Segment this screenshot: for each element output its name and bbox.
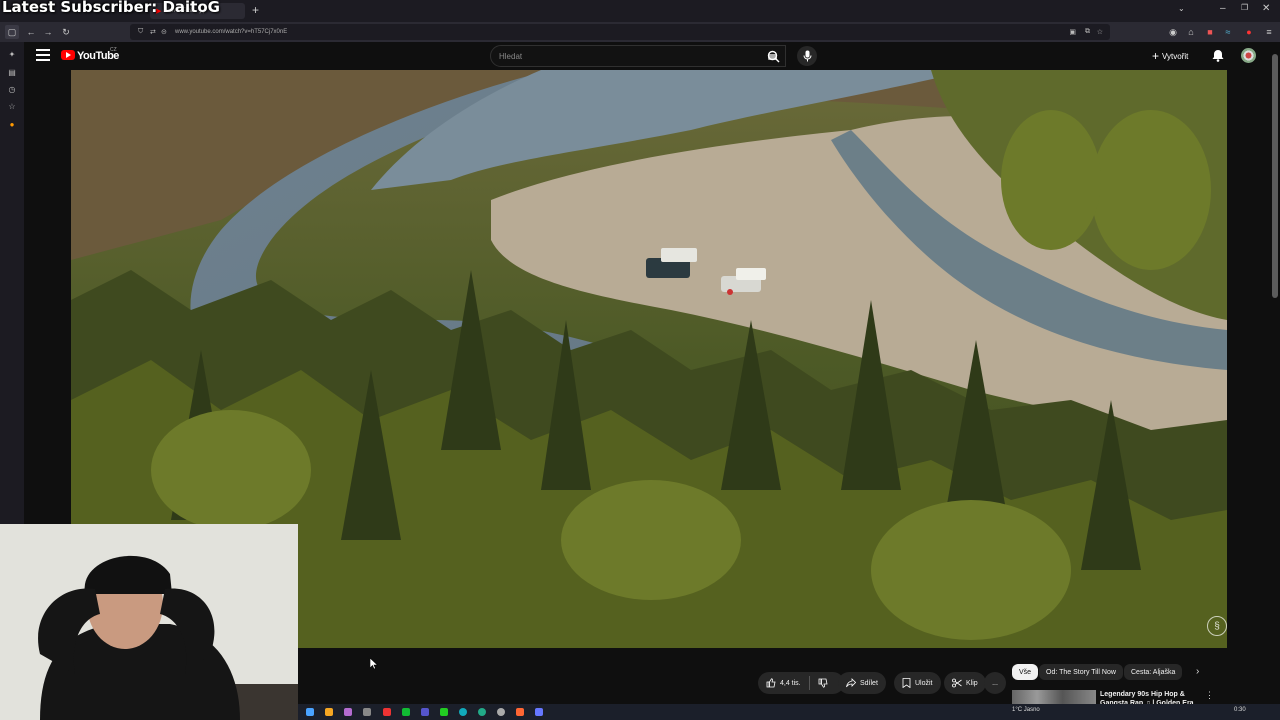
share-label: Sdílet <box>860 679 878 687</box>
like-button[interactable]: 4,4 tis. <box>766 678 801 688</box>
shield-icon[interactable]: ⛉ <box>138 28 143 36</box>
app-menu-icon[interactable]: ≡ <box>1262 25 1276 39</box>
avatar[interactable] <box>1241 48 1256 63</box>
extensions-icon[interactable]: ⌂ <box>1184 25 1198 39</box>
youtube-header: YouTube CZ Hledat + Vytvořit <box>24 42 1270 70</box>
url-text[interactable]: www.youtube.com/watch?v=hT57Cj7x0nE <box>175 29 287 35</box>
extension-blue-icon[interactable]: ≈ <box>1221 25 1235 39</box>
webcam-person-image <box>0 524 298 720</box>
channel-watermark-icon[interactable]: § <box>1207 616 1227 636</box>
country-code: CZ <box>110 47 117 53</box>
tab-list-chevron-down-icon[interactable]: ⌄ <box>1178 4 1185 13</box>
mic-icon <box>803 50 811 62</box>
search-button[interactable] <box>762 45 784 67</box>
clip-button[interactable]: Klip <box>944 672 986 694</box>
sidebar-toggle-icon[interactable]: ▢ <box>5 25 19 39</box>
new-tab-button[interactable]: + <box>252 3 259 17</box>
reader-mode-icon[interactable]: ▣ <box>1069 28 1076 36</box>
bell-icon <box>1212 50 1224 62</box>
voice-search-button[interactable] <box>797 46 817 66</box>
search-placeholder: Hledat <box>499 51 523 61</box>
history-icon[interactable]: ◷ <box>6 83 18 95</box>
notifications-button[interactable] <box>1212 49 1224 67</box>
chip-alaska[interactable]: Cesta: Aljaška <box>1124 664 1183 680</box>
youtube-extension-icon[interactable]: ● <box>1242 25 1256 39</box>
extension-orange-icon[interactable]: ● <box>6 118 18 130</box>
minimize-button[interactable]: – <box>1220 3 1226 14</box>
taskbar-clock[interactable]: 0:30 <box>1234 707 1246 713</box>
taskbar-app-purple-icon[interactable] <box>344 708 352 716</box>
start-icon[interactable] <box>306 708 314 716</box>
close-window-button[interactable]: ✕ <box>1262 3 1270 14</box>
taskbar-app-lime-icon[interactable] <box>440 708 448 716</box>
more-label: ... <box>992 679 998 687</box>
reload-icon[interactable]: ↻ <box>59 25 73 39</box>
create-label: Vytvořit <box>1162 51 1189 61</box>
bookmarks-star-icon[interactable]: ☆ <box>6 100 18 112</box>
clip-label: Klip <box>966 679 978 687</box>
browser-nav-bar: ▢ ← → ↻ ⛉ ⇄ ⊝ www.youtube.com/watch?v=hT… <box>0 22 1280 42</box>
share-icon <box>846 678 856 688</box>
maximize-button[interactable]: ❐ <box>1241 3 1248 12</box>
taskbar-app-firefox-icon[interactable] <box>516 708 524 716</box>
create-button[interactable]: + Vytvořit <box>1152 47 1188 65</box>
weather-status[interactable]: 1°C Jasno <box>1012 707 1040 713</box>
search-icon <box>767 50 779 62</box>
dislike-icon[interactable] <box>818 678 828 688</box>
taskbar-app-teal-icon[interactable] <box>459 708 467 716</box>
lock-icon[interactable]: ⊝ <box>161 28 167 36</box>
picture-in-picture-icon[interactable]: ⧉ <box>1085 28 1090 36</box>
taskbar-app-browser-icon[interactable] <box>478 708 486 716</box>
like-count: 4,4 tis. <box>780 679 801 687</box>
forward-arrow-icon[interactable]: → <box>41 25 55 39</box>
like-dislike-group: 4,4 tis. <box>758 672 844 694</box>
url-bar[interactable]: ⛉ ⇄ ⊝ www.youtube.com/watch?v=hT57Cj7x0n… <box>130 24 1110 40</box>
page-scrollbar[interactable] <box>1270 42 1280 706</box>
search-input[interactable]: Hledat <box>490 45 786 67</box>
like-divider <box>808 676 810 690</box>
webcam-overlay <box>0 524 298 720</box>
recommendation-menu-icon[interactable]: ⋮ <box>1205 690 1214 701</box>
account-icon[interactable]: ◉ <box>1166 25 1180 39</box>
youtube-logo-icon[interactable] <box>61 50 75 60</box>
taskbar-app-gray-icon[interactable] <box>363 708 371 716</box>
bookmark-star-icon[interactable]: ☆ <box>1097 28 1103 36</box>
scrollbar-thumb[interactable] <box>1272 54 1278 298</box>
ai-sparkle-icon[interactable]: ✦ <box>6 48 18 60</box>
stream-overlay-latest-subscriber: Latest Subscriber: DaitoG <box>2 0 220 16</box>
clipboard-icon[interactable]: ▤ <box>6 66 18 78</box>
bookmark-icon <box>902 678 911 688</box>
chip-all[interactable]: Vše <box>1012 664 1039 680</box>
extension-red-icon[interactable]: ■ <box>1203 25 1217 39</box>
scissors-icon <box>952 678 962 688</box>
site-permissions-icon[interactable]: ⇄ <box>150 28 156 36</box>
taskbar-app-orange-icon[interactable] <box>325 708 333 716</box>
taskbar-app-green-icon[interactable] <box>402 708 410 716</box>
back-arrow-icon[interactable]: ← <box>24 25 38 39</box>
like-icon <box>766 678 776 688</box>
taskbar-app-red-icon[interactable] <box>383 708 391 716</box>
windows-taskbar <box>298 704 1280 720</box>
save-button[interactable]: Uložit <box>894 672 941 694</box>
chevron-right-icon[interactable]: › <box>1196 666 1199 677</box>
taskbar-app-blue-icon[interactable] <box>421 708 429 716</box>
menu-icon[interactable] <box>36 49 50 61</box>
save-label: Uložit <box>915 679 933 687</box>
chip-from-channel[interactable]: Od: The Story Till Now <box>1039 664 1123 680</box>
mouse-cursor-icon <box>370 658 378 670</box>
plus-icon: + <box>1152 49 1160 63</box>
share-button[interactable]: Sdílet <box>838 672 886 694</box>
taskbar-app-circle-icon[interactable] <box>497 708 505 716</box>
more-actions-button[interactable]: ... <box>984 672 1006 694</box>
taskbar-app-discord-icon[interactable] <box>535 708 543 716</box>
